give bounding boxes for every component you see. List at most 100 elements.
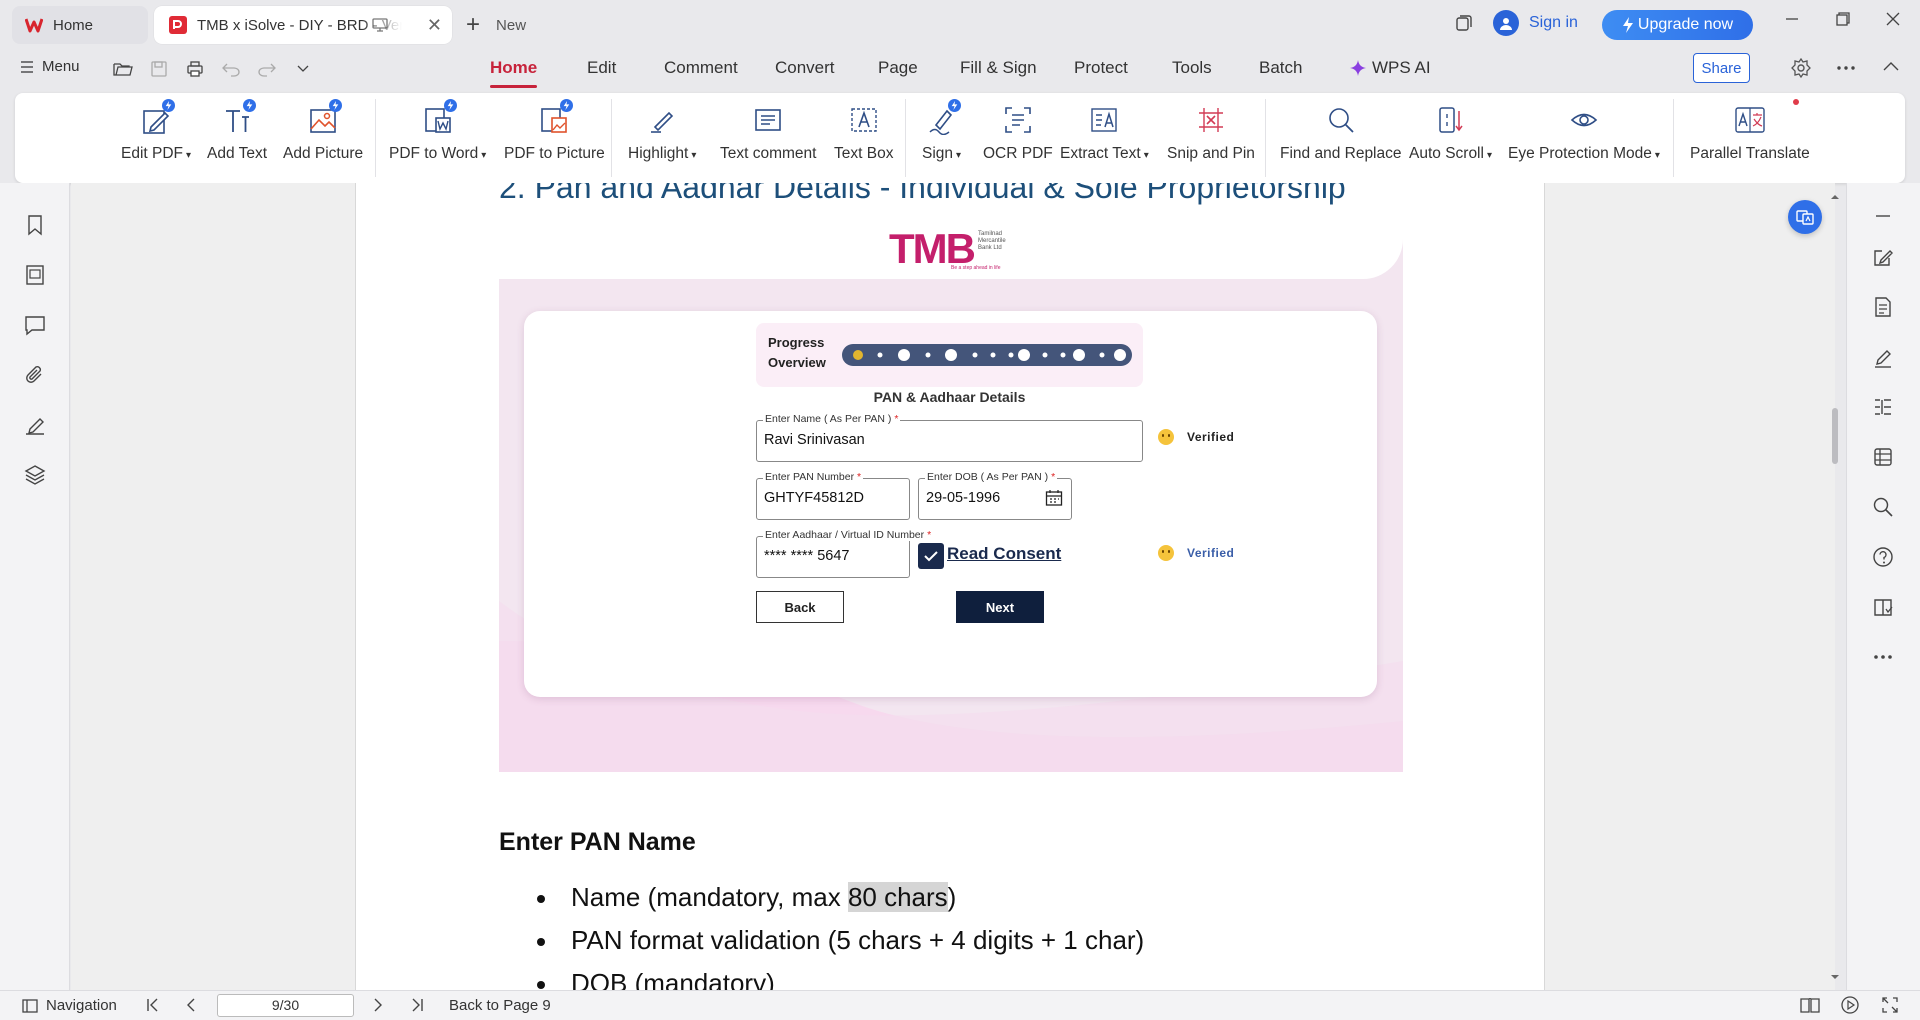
text-box-button[interactable]: Text Box (834, 103, 893, 163)
lightning-icon (1622, 17, 1634, 33)
restore-icon[interactable] (1836, 12, 1850, 26)
sign-in-button[interactable]: Sign in (1493, 10, 1578, 36)
scroll-down-icon[interactable] (1830, 974, 1840, 980)
add-text-label: Add Text (207, 145, 268, 162)
pan-field-value: GHTYF45812D (764, 490, 864, 506)
play-slideshow-icon[interactable] (1841, 996, 1859, 1014)
new-tab-button[interactable]: + New (466, 6, 526, 44)
dob-field[interactable]: Enter DOB ( As Per PAN ) * 29-05-1996 (918, 471, 1072, 520)
calendar-icon[interactable] (1045, 489, 1063, 507)
document-properties-icon[interactable] (1872, 296, 1894, 318)
menu-bar: Menu Home Edit Comment Convert Page Fill… (0, 50, 1920, 88)
tab-tools[interactable]: Tools (1172, 58, 1212, 78)
tab-page[interactable]: Page (878, 58, 918, 78)
read-consent-link[interactable]: Read Consent (947, 544, 1061, 564)
selected-text[interactable]: 80 chars (847, 882, 948, 912)
previous-page-icon[interactable] (186, 998, 196, 1012)
auto-scroll-button[interactable]: Auto Scroll ▾ (1409, 103, 1492, 163)
scrollbar-thumb[interactable] (1832, 408, 1838, 464)
upgrade-button[interactable]: Upgrade now (1602, 10, 1753, 40)
tile-windows-icon[interactable] (1455, 14, 1473, 32)
page-number-input[interactable]: 9/30 (217, 994, 354, 1017)
tmb-logo-subtext: Tamilnad Mercantile Bank Ltd (977, 231, 1006, 251)
ocr-pdf-button[interactable]: OCR PDF (983, 103, 1053, 163)
pan-field[interactable]: Enter PAN Number * GHTYF45812D (756, 471, 910, 520)
minimize-icon[interactable] (1785, 12, 1799, 26)
undo-icon[interactable] (220, 58, 242, 80)
share-button[interactable]: Share (1693, 53, 1750, 83)
edit-pdf-button[interactable]: Edit PDF ▾ (121, 99, 191, 163)
highlight-button[interactable]: Highlight ▾ (628, 103, 696, 163)
settings-icon[interactable] (1791, 58, 1811, 78)
upgrade-label: Upgrade now (1637, 16, 1734, 33)
next-button[interactable]: Next (956, 591, 1044, 623)
tab-wps-ai[interactable]: WPS AI (1350, 58, 1431, 78)
collapse-panel-icon[interactable] (1872, 205, 1894, 227)
print-icon[interactable] (184, 58, 206, 80)
sign-button[interactable]: Sign ▾ (922, 99, 961, 163)
name-field[interactable]: Enter Name ( As Per PAN ) * Ravi Sriniva… (756, 413, 1143, 462)
find-replace-button[interactable]: Find and Replace (1280, 103, 1402, 163)
outline-icon[interactable] (1872, 396, 1894, 418)
fullscreen-icon[interactable] (1882, 997, 1898, 1013)
pdf-to-word-icon (421, 99, 457, 137)
more-options-icon[interactable] (1837, 66, 1855, 70)
edit-panel-icon[interactable] (1872, 246, 1894, 268)
bookmark-icon[interactable] (23, 213, 47, 237)
section-title: 2. Pan and Aadhar Details - Individual &… (499, 183, 1346, 205)
progress-step-dot (925, 352, 931, 358)
compare-icon[interactable] (1872, 446, 1894, 468)
document-viewer[interactable]: 2. Pan and Aadhar Details - Individual &… (71, 183, 1835, 990)
menu-button[interactable]: Menu (20, 58, 80, 75)
open-folder-icon[interactable] (112, 58, 134, 80)
close-tab-icon[interactable]: ✕ (427, 15, 442, 36)
tab-comment[interactable]: Comment (664, 58, 738, 78)
aadhaar-field[interactable]: Enter Aadhaar / Virtual ID Number * ****… (756, 529, 934, 578)
add-text-button[interactable]: Add Text (207, 99, 268, 163)
text-comment-button[interactable]: Text comment (720, 103, 816, 163)
pdf-to-word-button[interactable]: PDF to Word ▾ (389, 99, 486, 163)
snip-pin-button[interactable]: Snip and Pin (1167, 103, 1255, 163)
pdf-to-picture-button[interactable]: PDF to Picture (504, 99, 605, 163)
tab-convert[interactable]: Convert (775, 58, 835, 78)
tab-protect[interactable]: Protect (1074, 58, 1128, 78)
attachment-icon[interactable] (23, 363, 47, 387)
chevron-down-icon[interactable] (292, 58, 314, 80)
consent-checkbox[interactable] (918, 543, 944, 569)
quick-access-toolbar (112, 58, 314, 80)
redo-icon[interactable] (256, 58, 278, 80)
tab-home[interactable]: Home (12, 6, 148, 44)
tab-edit[interactable]: Edit (587, 58, 616, 78)
floating-translate-button[interactable] (1788, 200, 1822, 234)
vertical-scrollbar[interactable] (1827, 190, 1843, 990)
comments-icon[interactable] (23, 313, 47, 337)
tab-home-ribbon[interactable]: Home (490, 58, 538, 88)
signature-panel-icon[interactable] (23, 413, 47, 437)
more-tools-icon[interactable] (1872, 646, 1894, 668)
extract-text-button[interactable]: Extract Text ▾ (1060, 103, 1149, 163)
back-button[interactable]: Back (756, 591, 844, 623)
aadhaar-field-label: Enter Aadhaar / Virtual ID Number (765, 529, 925, 541)
tab-batch[interactable]: Batch (1259, 58, 1302, 78)
book-read-icon[interactable] (1872, 596, 1894, 618)
help-icon[interactable] (1872, 546, 1894, 568)
save-icon[interactable] (148, 58, 170, 80)
parallel-translate-button[interactable]: Parallel Translate (1690, 99, 1810, 163)
last-page-icon[interactable] (412, 998, 424, 1012)
scroll-up-icon[interactable] (1830, 194, 1840, 200)
back-to-page-link[interactable]: Back to Page 9 (449, 997, 551, 1014)
eye-protection-button[interactable]: Eye Protection Mode ▾ (1508, 103, 1660, 163)
thumbnails-icon[interactable] (23, 263, 47, 287)
layers-icon[interactable] (23, 463, 47, 487)
navigation-toggle[interactable]: Navigation (22, 997, 117, 1014)
first-page-icon[interactable] (146, 998, 158, 1012)
tab-document[interactable]: TMB x iSolve - DIY - BRD - Version ✕ (154, 6, 452, 44)
signature-tool-icon[interactable] (1872, 346, 1894, 368)
collapse-ribbon-icon[interactable] (1883, 61, 1899, 71)
next-page-icon[interactable] (373, 998, 383, 1012)
close-window-icon[interactable] (1886, 12, 1900, 26)
tab-fill-sign[interactable]: Fill & Sign (960, 58, 1037, 78)
reading-mode-icon[interactable] (1800, 997, 1820, 1013)
search-panel-icon[interactable] (1872, 496, 1894, 518)
add-picture-button[interactable]: Add Picture (283, 99, 363, 163)
